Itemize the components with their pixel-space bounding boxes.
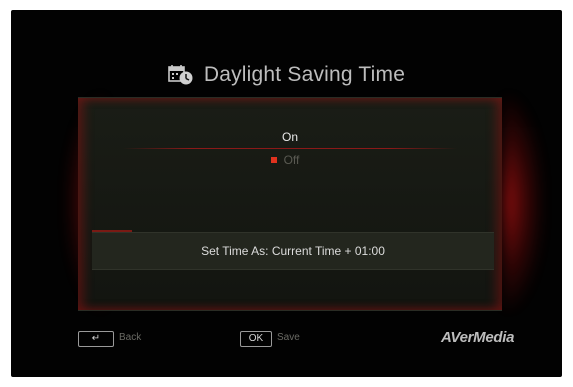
settings-panel: On Off Set Time As: Current Time + 01:00 — [78, 97, 502, 311]
info-text: Set Time As: Current Time + 01:00 — [201, 244, 385, 258]
brand-logo: AVerMedia — [441, 329, 515, 346]
footer-bar: ↵ Back OK Save AVerMedia — [11, 328, 562, 350]
page-title: Daylight Saving Time — [203, 63, 406, 86]
option-off[interactable]: Off — [78, 151, 502, 169]
back-button[interactable]: ↵ — [78, 331, 114, 347]
info-bar: Set Time As: Current Time + 01:00 — [92, 232, 494, 270]
ok-button[interactable]: OK — [240, 331, 272, 347]
tv-screen: Daylight Saving Time On Off Set Time As:… — [11, 10, 562, 377]
save-label: Save — [277, 332, 300, 343]
calendar-clock-icon — [168, 65, 193, 85]
highlight-line — [123, 148, 457, 149]
back-arrow-icon: ↵ — [91, 333, 101, 344]
page-header: Daylight Saving Time — [11, 60, 562, 90]
back-label: Back — [119, 332, 142, 343]
right-red-glow — [503, 95, 543, 310]
option-on[interactable]: On — [78, 127, 502, 147]
option-off-label: Off — [283, 153, 300, 167]
selected-indicator-icon — [270, 157, 277, 163]
